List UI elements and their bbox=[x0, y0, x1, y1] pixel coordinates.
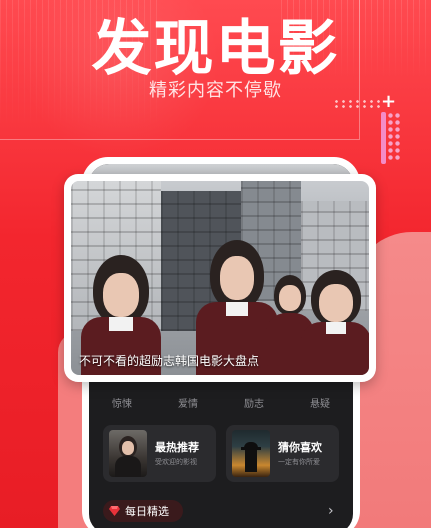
guess-you-like-card[interactable]: 猜你喜欢 一定有你所爱 bbox=[226, 425, 339, 482]
video-caption: 不可不看的超励志韩国电影大盘点 bbox=[79, 354, 260, 368]
daily-picks-button[interactable]: 每日精选 bbox=[103, 500, 183, 522]
daily-picks-label: 每日精选 bbox=[125, 505, 169, 518]
featured-video-card[interactable]: 不可不看的超励志韩国电影大盘点 bbox=[64, 174, 376, 382]
video-thumbnail[interactable]: 不可不看的超励志韩国电影大盘点 bbox=[71, 181, 369, 375]
tab-romance[interactable]: 爱情 bbox=[178, 395, 198, 410]
plus-icon: + bbox=[381, 91, 397, 112]
guess-you-like-desc: 一定有你所爱 bbox=[278, 458, 320, 466]
decor-dots-row bbox=[333, 99, 381, 109]
hot-recommend-title: 最热推荐 bbox=[155, 441, 199, 454]
decor-pink-bar bbox=[381, 112, 386, 164]
tab-mystery[interactable]: 悬疑 bbox=[310, 395, 330, 410]
chevron-right-icon[interactable]: › bbox=[328, 503, 334, 519]
scene-person bbox=[301, 270, 369, 375]
gem-icon bbox=[109, 506, 120, 516]
hot-recommend-desc: 受欢迎的影视 bbox=[155, 458, 197, 466]
tab-inspirational[interactable]: 励志 bbox=[244, 395, 264, 410]
guess-you-like-thumb bbox=[232, 430, 270, 477]
guess-you-like-title: 猜你喜欢 bbox=[278, 441, 322, 454]
tab-thriller[interactable]: 惊悚 bbox=[112, 395, 132, 410]
hot-recommend-thumb bbox=[109, 430, 147, 477]
category-tabs: 惊悚 爱情 励志 悬疑 bbox=[89, 392, 353, 412]
hot-recommend-card[interactable]: 最热推荐 受欢迎的影视 bbox=[103, 425, 216, 482]
promo-title: 发现电影 bbox=[91, 14, 340, 84]
